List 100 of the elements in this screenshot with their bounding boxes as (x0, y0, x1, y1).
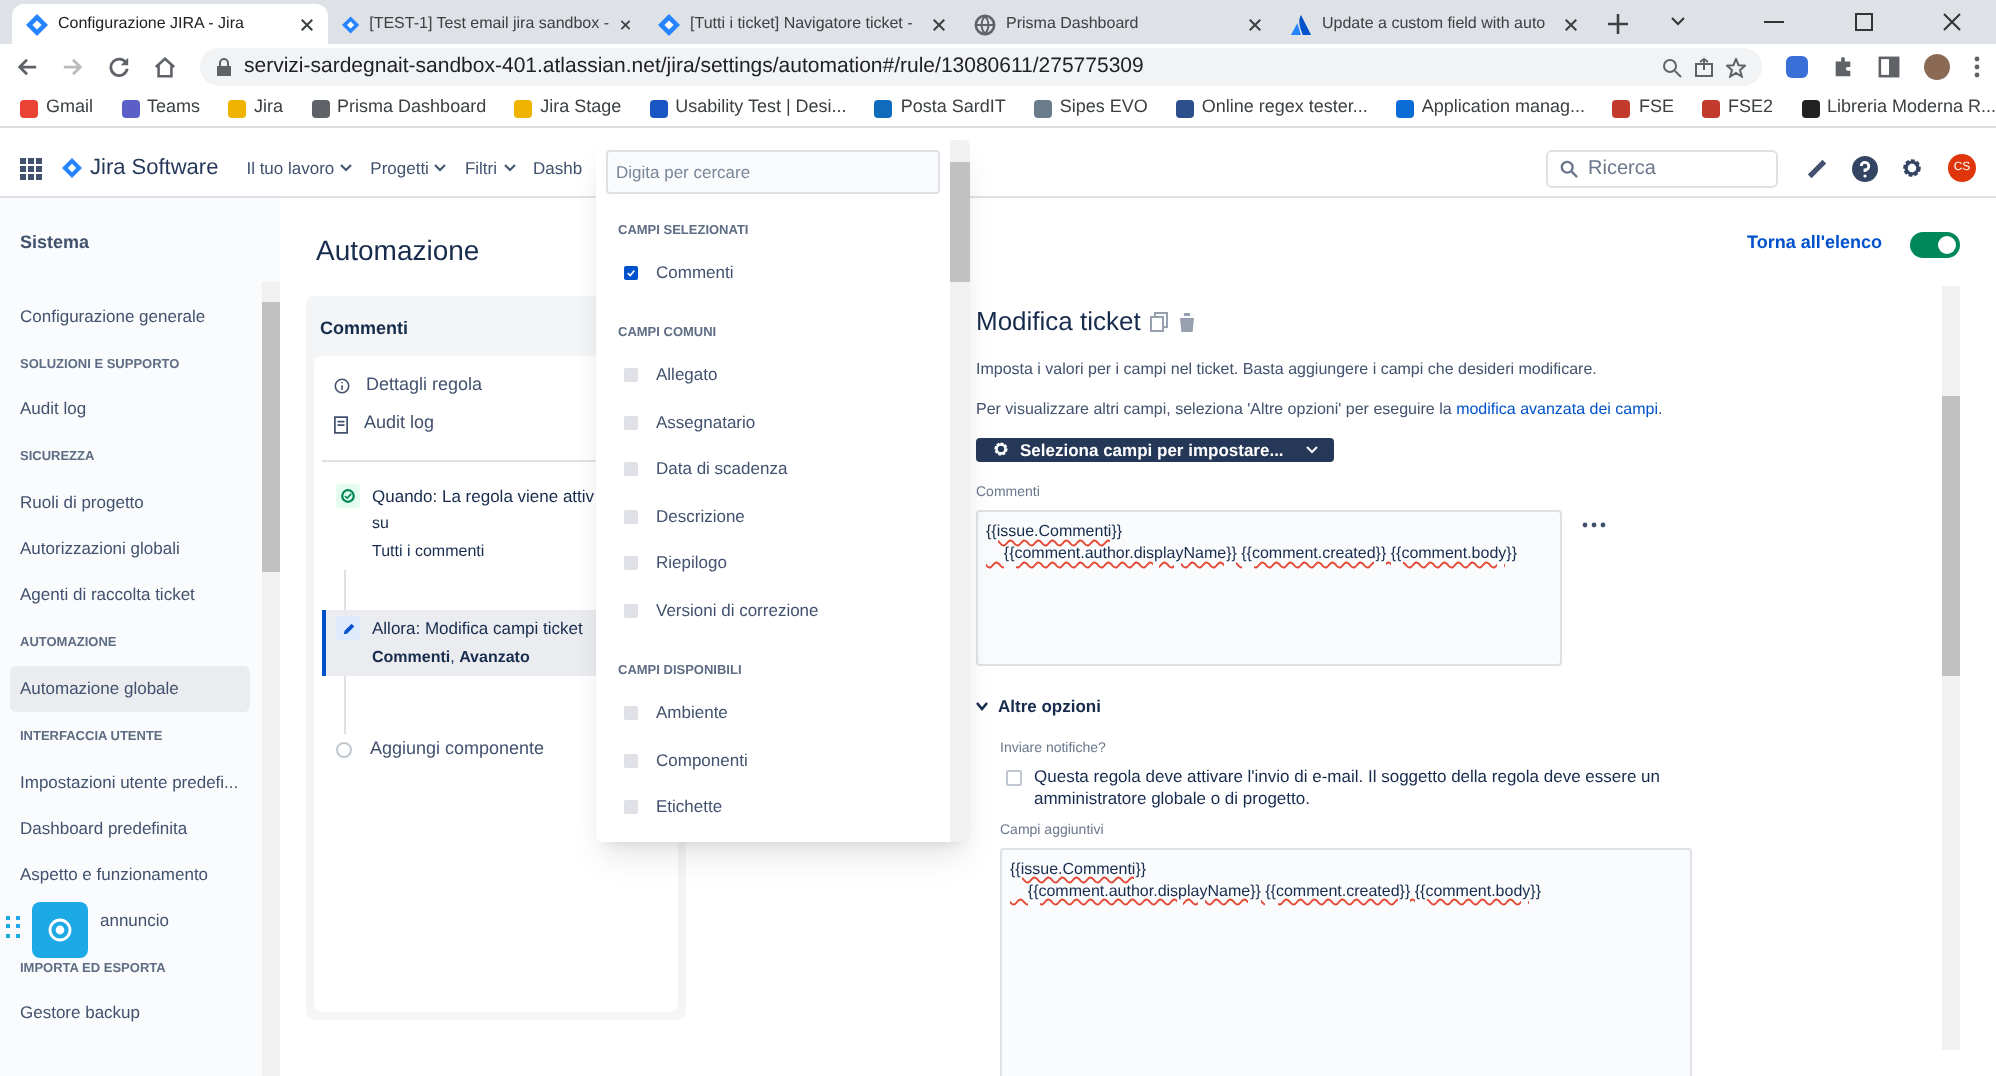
chevron-down-icon (340, 164, 353, 172)
tab-title: [TEST-1] Test email jira sandbox - (369, 12, 610, 36)
advanced-edit-link[interactable]: modifica avanzata dei campi (1456, 399, 1659, 417)
checkbox[interactable] (1006, 770, 1022, 786)
sidebar-item[interactable]: Gestore backup (10, 990, 250, 1037)
app-grid-icon[interactable] (20, 157, 42, 179)
text-area[interactable]: {{issue.Commenti}} {{comment.author.displayName}} {{comment.created}} {{comment.body}} (1000, 847, 1692, 1076)
dropdown-option[interactable]: Etichette (606, 783, 940, 831)
trash-icon[interactable] (1178, 311, 1197, 332)
sidebar-item[interactable]: Audit log (10, 386, 250, 433)
browser-tab[interactable]: [TEST-1] Test email jira sandbox - (328, 4, 644, 44)
zoom-icon[interactable] (1662, 57, 1682, 77)
share-icon[interactable] (1694, 57, 1714, 77)
checkbox[interactable] (624, 462, 638, 477)
page-title: Automazione (316, 232, 480, 270)
settings-icon[interactable] (1900, 156, 1924, 180)
dropdown-option[interactable]: Allegato (606, 352, 940, 399)
star-icon[interactable] (1726, 57, 1746, 77)
nav-menu[interactable]: Progetti (370, 155, 447, 181)
bookmark[interactable]: Usability Test | Desi... (649, 94, 847, 122)
browser-tab[interactable]: Configurazione JIRA - Jira (12, 4, 328, 44)
text-area[interactable]: {{issue.Commenti}} {{comment.author.displayName}} {{comment.created}} {{comment.body}} (976, 509, 1562, 666)
sidebar-item[interactable]: Automazione globale (10, 665, 250, 712)
caret-icon (1305, 445, 1318, 454)
info-icon (334, 378, 350, 394)
puzzle-icon[interactable] (1832, 56, 1854, 78)
profile-avatar[interactable] (1924, 54, 1950, 80)
close-icon[interactable] (1564, 17, 1578, 31)
sidebar-item[interactable]: annuncio (90, 897, 250, 943)
checkbox[interactable] (624, 800, 638, 814)
bookmark[interactable]: Application manag... (1395, 94, 1585, 122)
close-icon[interactable] (619, 17, 630, 31)
dropdown-option[interactable]: Ambiente (606, 689, 940, 737)
add-component-link[interactable]: Aggiungi componente (370, 736, 545, 763)
new-tab-icon[interactable] (1608, 14, 1628, 34)
section-toggle[interactable]: Altre opzioni (998, 693, 1101, 719)
address-bar[interactable]: servizi-sardegnait-sandbox-401.atlassian.net/jira/settings/automation#/rule/13080611/275775309 (200, 48, 1762, 86)
chevron-down-icon (503, 164, 516, 172)
settings-icon (992, 440, 1010, 459)
checkbox[interactable] (624, 509, 638, 524)
product-name[interactable]: Jira Software (90, 151, 219, 185)
sidebar-title: Sistema (18, 230, 92, 256)
nav-menu[interactable]: Dashb (533, 155, 583, 181)
floating-action-button[interactable] (32, 902, 88, 958)
globe-icon (974, 13, 996, 35)
chevron-icon[interactable] (976, 700, 988, 713)
bookmark[interactable]: Libreria Moderna R... (1801, 94, 1996, 122)
bookmark[interactable]: FSE (1612, 94, 1674, 122)
sidebar-item[interactable]: Ruoli di progetto (10, 480, 250, 526)
enable-toggle[interactable] (1910, 231, 1960, 257)
bookmark[interactable]: Gmail (20, 94, 94, 122)
hint-text: Per visualizzare altri campi, seleziona 'Altre opzioni' per eseguire la modifica avanzata dei campi. (976, 397, 1665, 421)
bookmark[interactable]: FSE2 (1702, 94, 1774, 122)
close-icon[interactable] (932, 17, 946, 31)
bookmark[interactable]: Jira (228, 94, 284, 122)
step-title: Quando: La regola viene attiv (372, 483, 595, 509)
copy-icon[interactable] (1150, 311, 1169, 332)
search-icon (1560, 159, 1578, 177)
sidebar-icon[interactable] (1878, 56, 1900, 78)
close-icon[interactable] (300, 17, 314, 31)
dropdown-option[interactable]: Assegnatario (606, 399, 940, 446)
dropdown-option[interactable]: Commenti (606, 249, 940, 297)
nav-menu[interactable]: Filtri (464, 155, 516, 181)
more-icon[interactable] (1582, 521, 1606, 528)
search-field[interactable]: Ricerca (1546, 149, 1778, 187)
sidebar-item[interactable]: Impostazioni utente predefi... (10, 759, 250, 805)
sidebar-item[interactable]: Configurazione generale (10, 293, 250, 339)
nav-menu[interactable]: Il tuo lavoro (246, 155, 353, 181)
bookmark[interactable]: Online regex tester... (1175, 94, 1368, 122)
dropdown-option[interactable]: Componenti (606, 736, 940, 784)
sidebar-item[interactable]: Aspetto e funzionamento (10, 851, 250, 897)
search-field[interactable]: Digita per cercare (606, 150, 940, 194)
help-icon[interactable] (1852, 155, 1878, 181)
trigger-icon (336, 483, 360, 507)
bookmark[interactable]: Sipes EVO (1033, 94, 1148, 122)
extension-icon[interactable] (1786, 56, 1808, 78)
checkbox[interactable] (624, 753, 638, 767)
browser-tab[interactable]: Update a custom field with auto (1276, 4, 1592, 44)
bookmark[interactable]: Prisma Dashboard (311, 94, 487, 122)
checkbox[interactable] (624, 706, 638, 720)
checkbox[interactable] (624, 556, 638, 571)
checkbox[interactable] (624, 368, 638, 383)
bookmark[interactable]: Jira Stage (514, 94, 622, 122)
checkbox[interactable] (624, 603, 638, 618)
home-icon[interactable] (154, 56, 176, 78)
select-fields-button[interactable]: Seleziona campi per impostare... (976, 437, 1334, 463)
close-icon[interactable] (1248, 17, 1262, 31)
sidebar-item[interactable]: Agenti di raccolta ticket (10, 572, 250, 618)
reload-icon[interactable] (108, 56, 130, 78)
bookmark[interactable]: Posta SardIT (874, 94, 1006, 122)
menu-icon[interactable] (1974, 56, 1980, 78)
sidebar-item[interactable]: Dashboard predefinita (10, 805, 250, 851)
sidebar-item[interactable]: Autorizzazioni globali (10, 526, 250, 572)
bookmark[interactable]: Teams (121, 94, 201, 122)
browser-tab[interactable]: Prisma Dashboard (960, 4, 1276, 44)
back-link[interactable]: Torna all'elenco (1747, 230, 1882, 258)
diamond-icon (26, 13, 48, 35)
browser-tab[interactable]: [Tutti i ticket] Navigatore ticket - (644, 4, 960, 44)
checkbox[interactable] (624, 415, 638, 430)
back-icon[interactable] (16, 56, 38, 78)
